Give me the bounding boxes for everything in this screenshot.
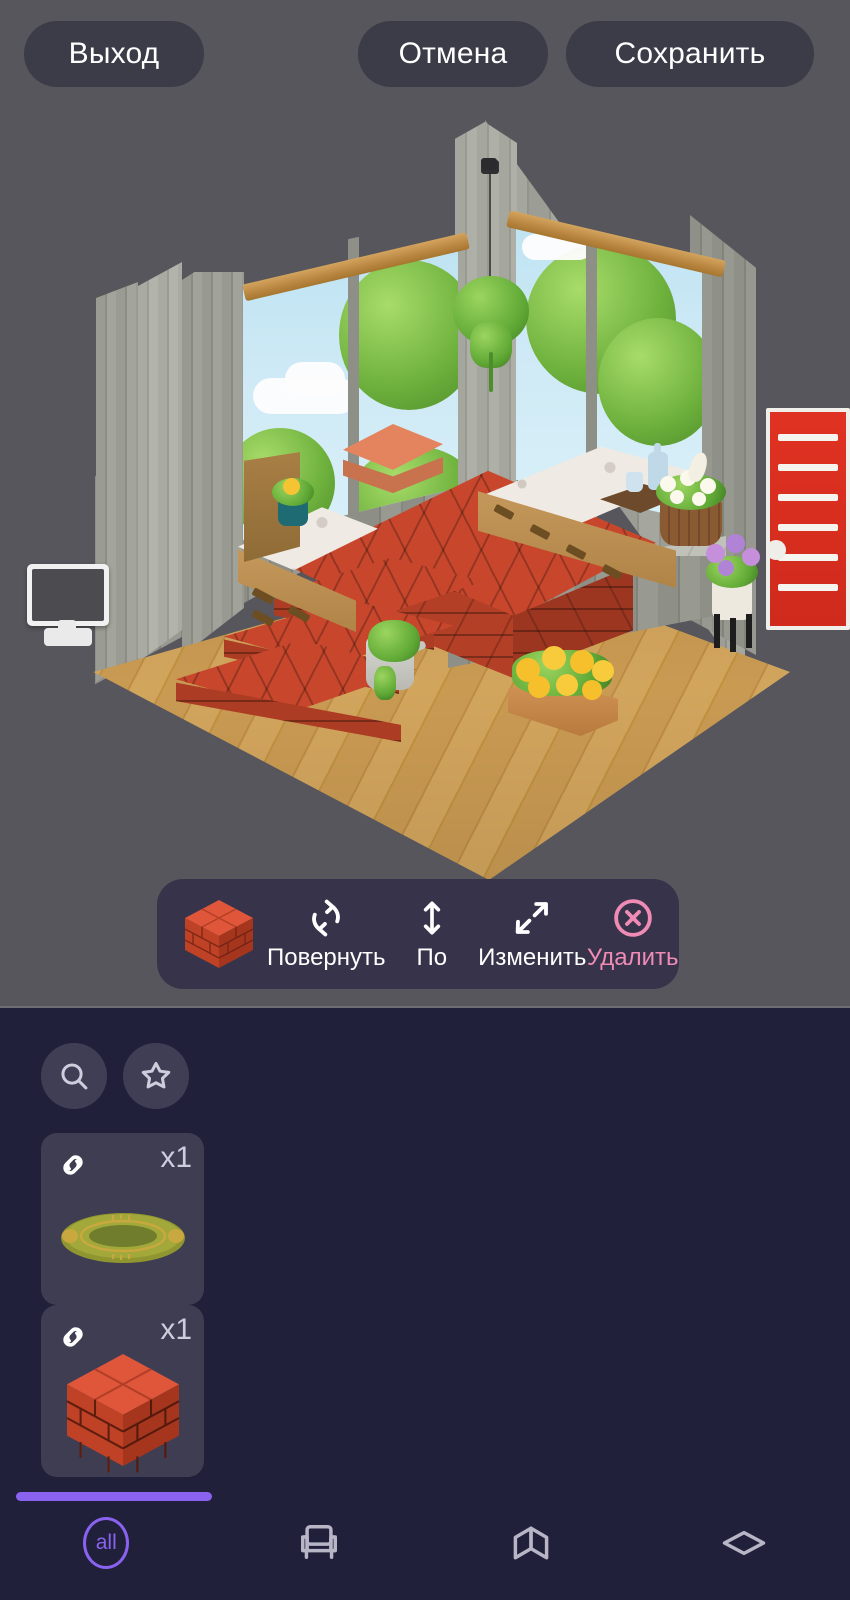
search-button[interactable] <box>41 1043 107 1109</box>
yellow-flower-4 <box>592 660 614 682</box>
resize-diagonal-icon <box>510 896 554 940</box>
nav-tab-floors[interactable] <box>638 1485 850 1600</box>
purple-flower-2 <box>726 534 745 553</box>
bottle-neck <box>654 443 661 457</box>
tv-screen <box>32 569 104 621</box>
stack-label: По <box>416 944 448 971</box>
star-icon <box>141 1061 171 1089</box>
planter-stand-leg-3 <box>746 614 752 648</box>
daisy-4 <box>670 490 684 504</box>
inventory-item-brick-cube-card[interactable]: x1 <box>41 1305 204 1477</box>
yellow-flower-5 <box>528 676 550 698</box>
door-knob-icon[interactable] <box>766 540 786 560</box>
door-louver <box>777 554 839 561</box>
oval-rug-art <box>41 1179 204 1297</box>
item-count: x1 <box>160 1141 192 1174</box>
yellow-flower-2 <box>542 646 566 670</box>
inventory-panel: x1 x1 all <box>0 1008 850 1600</box>
ivy-trail <box>374 666 396 700</box>
rotate-label: Повернуть <box>267 944 386 971</box>
floor-diamond-icon <box>722 1530 765 1555</box>
nav-tab-walls[interactable] <box>425 1485 638 1600</box>
stack-action[interactable]: По <box>386 879 479 989</box>
selected-object-thumbnail[interactable] <box>171 894 267 974</box>
resize-label: Изменить <box>478 944 587 971</box>
resize-action[interactable]: Изменить <box>478 879 586 989</box>
oval-rug-icon <box>60 1213 185 1263</box>
nav-tab-furniture[interactable] <box>213 1485 426 1600</box>
armchair-icon <box>300 1524 337 1559</box>
brick-cube-icon <box>66 1354 179 1473</box>
wall-tv[interactable] <box>27 564 109 626</box>
category-navbar: all <box>0 1485 850 1600</box>
door-louver <box>777 464 839 471</box>
hanging-plant-cord <box>489 170 491 280</box>
save-button[interactable]: Сохранить <box>566 21 814 87</box>
vertical-arrow-icon <box>412 896 452 940</box>
hanging-plant-vine <box>489 352 493 392</box>
top-toolbar: Выход Отмена Сохранить <box>0 0 850 110</box>
brick-cube-art <box>41 1351 204 1473</box>
wall-corner-icon <box>513 1526 549 1559</box>
search-icon <box>61 1063 88 1090</box>
all-circle-icon: all <box>83 1516 130 1569</box>
wall-pillar-left-inner <box>138 262 182 662</box>
rotate-action[interactable]: Повернуть <box>267 879 386 989</box>
daisy-3 <box>700 478 716 494</box>
yellow-flower-small <box>283 478 300 495</box>
daisy-5 <box>692 492 706 506</box>
wall-pillar-left-third <box>182 272 244 656</box>
item-count: x1 <box>160 1313 192 1346</box>
window-mullion-left <box>348 236 359 540</box>
ceiling-fixture <box>481 158 497 170</box>
planter-stand-leg-2 <box>730 618 736 652</box>
isometric-room[interactable] <box>0 0 850 880</box>
close-circle-icon <box>611 896 655 940</box>
delete-action[interactable]: Удалить <box>586 879 679 989</box>
ivy-foliage <box>368 620 420 662</box>
door-louver <box>777 524 839 531</box>
yellow-flower-3 <box>570 650 594 674</box>
planter-stand-leg-1 <box>714 614 720 648</box>
yellow-flower-6 <box>556 674 578 696</box>
tv-stand-base <box>44 628 92 646</box>
brick-cube-icon <box>184 900 254 968</box>
yellow-flower-7 <box>582 680 602 700</box>
cup-small <box>626 472 643 492</box>
door-louver <box>777 584 839 591</box>
favorites-button[interactable] <box>123 1043 189 1109</box>
cancel-button[interactable]: Отмена <box>358 21 548 87</box>
exit-button[interactable]: Выход <box>24 21 204 87</box>
door-louver <box>777 434 839 441</box>
scene-viewport[interactable]: Выход Отмена Сохранить Повернуть По Изме… <box>0 0 850 1008</box>
object-context-toolbar: Повернуть По Изменить Удалить <box>157 879 679 989</box>
purple-flower-3 <box>742 548 760 566</box>
inventory-item-oval-rug[interactable]: x1 <box>41 1133 204 1305</box>
door-louver <box>777 494 839 501</box>
nav-all-label: all <box>95 1530 117 1554</box>
delete-label: Удалить <box>586 944 679 971</box>
rotate-icon <box>305 896 347 940</box>
nav-tab-all[interactable]: all <box>0 1485 213 1600</box>
red-louvered-door[interactable] <box>766 408 850 630</box>
purple-flower-4 <box>718 560 734 576</box>
